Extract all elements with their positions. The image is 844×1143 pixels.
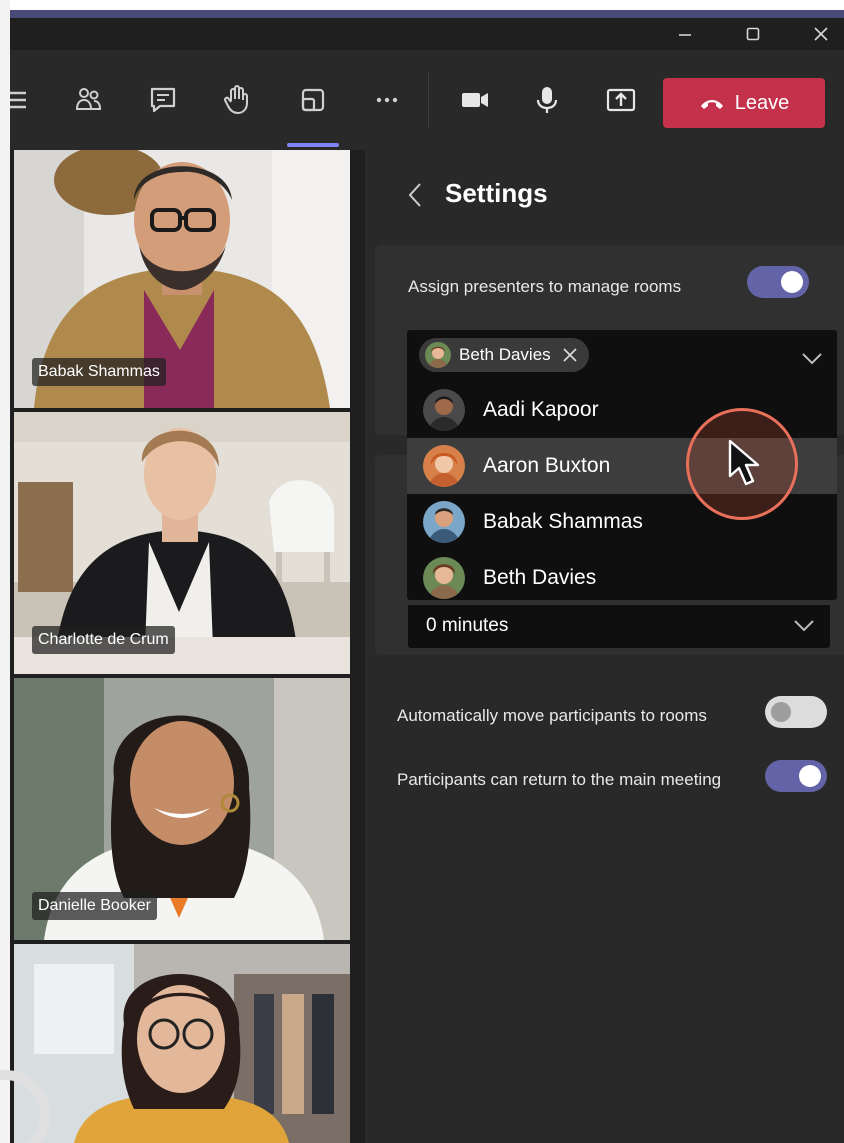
assign-presenters-label: Assign presenters to manage rooms xyxy=(408,277,682,296)
avatar xyxy=(423,557,465,599)
chevron-down-icon[interactable] xyxy=(801,346,823,372)
option-label: Beth Davies xyxy=(483,566,597,589)
hang-up-icon xyxy=(700,100,723,109)
participant-name: Charlotte de Crum xyxy=(32,626,175,654)
option-label: Aadi Kapoor xyxy=(483,398,599,421)
camera-icon[interactable] xyxy=(450,75,500,125)
participant-name: Babak Shammas xyxy=(32,358,166,386)
menu-icon[interactable] xyxy=(10,75,44,125)
remove-chip-icon[interactable] xyxy=(563,342,577,368)
share-icon[interactable] xyxy=(596,75,646,125)
maximize-icon[interactable] xyxy=(730,18,776,50)
avatar xyxy=(423,501,465,543)
back-icon[interactable] xyxy=(400,175,430,215)
active-tab-indicator xyxy=(287,143,339,147)
mouse-pointer-icon xyxy=(728,439,760,486)
avatar xyxy=(423,389,465,431)
return-main-toggle[interactable] xyxy=(765,760,827,792)
rooms-icon[interactable] xyxy=(288,75,338,125)
duration-value: 0 minutes xyxy=(426,615,509,636)
more-icon[interactable] xyxy=(362,75,412,125)
option-label: Babak Shammas xyxy=(483,510,643,533)
auto-move-label: Automatically move participants to rooms xyxy=(397,706,707,725)
chip-label: Beth Davies xyxy=(459,345,551,364)
leave-button[interactable]: Leave xyxy=(663,78,825,128)
duration-select[interactable]: 0 minutes xyxy=(408,605,830,648)
top-band xyxy=(10,0,844,18)
leave-label: Leave xyxy=(734,91,790,114)
mic-icon[interactable] xyxy=(522,75,572,125)
toolbar-divider xyxy=(428,72,429,128)
video-tile[interactable]: Charlotte de Crum xyxy=(14,412,350,674)
meeting-toolbar: Leave xyxy=(10,50,844,150)
close-icon[interactable] xyxy=(798,18,844,50)
chevron-down-icon xyxy=(793,613,815,639)
settings-title: Settings xyxy=(445,178,548,208)
raise-hand-icon[interactable] xyxy=(212,75,262,125)
avatar xyxy=(425,342,451,368)
title-bar xyxy=(10,18,844,50)
presenter-option[interactable]: Beth Davies xyxy=(407,550,837,606)
video-tile[interactable] xyxy=(14,944,350,1143)
selected-presenter-chip[interactable]: Beth Davies xyxy=(419,338,589,372)
option-label: Aaron Buxton xyxy=(483,454,611,477)
people-icon[interactable] xyxy=(64,75,114,125)
teams-window: Leave Babak Shammas Charlotte de Crum Da… xyxy=(10,18,844,1143)
video-grid: Babak Shammas Charlotte de Crum Danielle… xyxy=(10,150,355,1143)
video-tile[interactable]: Danielle Booker xyxy=(14,678,350,940)
settings-panel: Settings Assign presenters to manage roo… xyxy=(365,150,844,1143)
participant-video xyxy=(14,944,350,1143)
participant-name: Danielle Booker xyxy=(32,892,157,920)
minimize-icon[interactable] xyxy=(662,18,708,50)
return-main-label: Participants can return to the main meet… xyxy=(397,770,722,789)
avatar xyxy=(423,445,465,487)
auto-move-toggle[interactable] xyxy=(765,696,827,728)
chat-icon[interactable] xyxy=(138,75,188,125)
video-tile[interactable]: Babak Shammas xyxy=(14,150,350,408)
assign-presenters-toggle[interactable] xyxy=(747,266,809,298)
